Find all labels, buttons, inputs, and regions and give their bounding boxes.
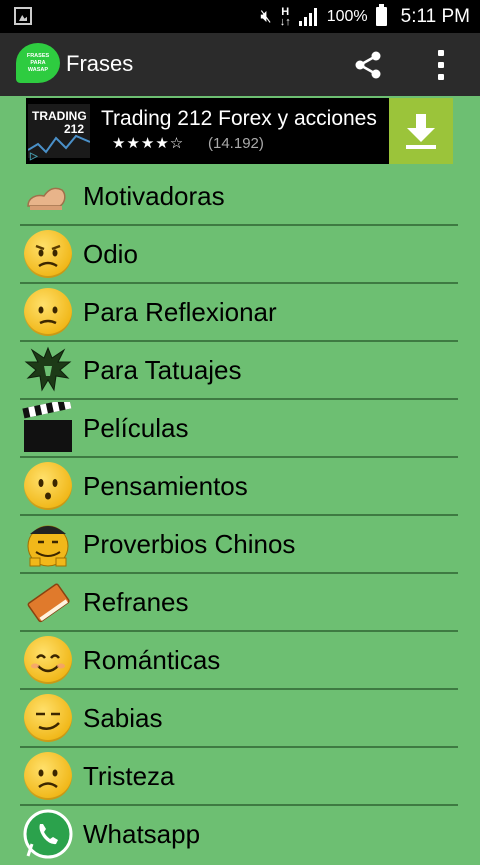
thinking-face-icon <box>22 460 74 512</box>
clapperboard-icon <box>22 398 74 454</box>
list-item-whatsapp[interactable]: Whatsapp <box>0 806 480 864</box>
adchoices-icon[interactable]: ▷ <box>30 151 38 162</box>
list-item-label: Para Reflexionar <box>83 297 277 327</box>
battery-icon <box>375 4 387 26</box>
list-item-label: Románticas <box>83 645 221 675</box>
action-bar: FRASES PARA WASAP Frases <box>0 33 480 96</box>
app-title: Frases <box>66 51 134 76</box>
list-item-pensamientos[interactable]: Pensamientos <box>0 458 480 516</box>
rating-stars: ★★★★☆ <box>112 135 185 152</box>
ad-banner[interactable]: TRADING 212 ▷ Trading 212 Forex y accion… <box>26 98 453 164</box>
book-icon <box>22 576 74 628</box>
trading212-logo: TRADING 212 <box>28 104 90 158</box>
list-item-label: Motivadoras <box>83 181 225 211</box>
download-button[interactable] <box>389 98 453 164</box>
network-type-icon: H ↓↑ <box>279 5 291 28</box>
list-item-proverbios-chinos[interactable]: Proverbios Chinos <box>0 516 480 574</box>
battery-percent: 100% <box>326 7 368 25</box>
logo-line1: TRADING <box>32 109 87 123</box>
logo-text-line: WASAP <box>27 66 49 73</box>
download-icon <box>406 114 436 149</box>
sad-face-icon <box>22 750 74 802</box>
share-icon[interactable] <box>354 51 382 79</box>
status-icons: 🔇︎ H ↓↑ 100% 5:11 PM <box>260 0 470 33</box>
chinese-man-icon <box>22 518 74 570</box>
list-item-peliculas[interactable]: Películas <box>0 398 480 458</box>
ad-title: Trading 212 Forex y acciones <box>101 107 377 130</box>
rating-count: (14.192) <box>208 135 264 152</box>
list-item-tristeza[interactable]: Tristeza <box>0 748 480 806</box>
list-item-label: Tristeza <box>83 761 175 791</box>
whatsapp-icon <box>22 808 74 860</box>
signal-icon <box>298 7 319 26</box>
smiling-face-icon <box>22 634 74 686</box>
clock: 5:11 PM <box>400 5 470 27</box>
list-item-refranes[interactable]: Refranes <box>0 574 480 632</box>
logo-text-line: FRASES <box>26 52 50 59</box>
smirking-face-icon <box>22 692 74 744</box>
list-item-sabias[interactable]: Sabias <box>0 690 480 748</box>
list-item-para-tatuajes[interactable]: Para Tatuajes <box>0 342 480 400</box>
pensive-face-icon <box>22 286 74 338</box>
mute-icon: 🔇︎ <box>260 6 272 26</box>
list-item-label: Películas <box>83 413 189 443</box>
logo-text-line: PARA <box>30 59 46 66</box>
gallery-notification-icon <box>14 7 32 25</box>
list-item-odio[interactable]: Odio <box>0 226 480 284</box>
list-item-label: Whatsapp <box>83 819 201 849</box>
list-item-label: Refranes <box>83 587 189 617</box>
list-item-label: Pensamientos <box>83 471 248 501</box>
tribal-dragon-icon <box>22 344 74 396</box>
list-item-label: Sabias <box>83 703 163 733</box>
list-item-para-reflexionar[interactable]: Para Reflexionar <box>0 284 480 342</box>
list-item-motivadoras[interactable]: Motivadoras <box>0 168 480 226</box>
app-logo[interactable]: FRASES PARA WASAP <box>16 43 60 83</box>
list-item-label: Para Tatuajes <box>83 355 242 385</box>
list-item-label: Odio <box>83 239 138 269</box>
flexed-arm-icon <box>22 170 74 222</box>
status-bar: 🔇︎ H ↓↑ 100% 5:11 PM <box>0 0 480 33</box>
category-list: Motivadoras Odio Para Reflexionar Para T… <box>0 168 480 864</box>
overflow-menu-icon[interactable] <box>437 50 445 80</box>
list-item-romanticas[interactable]: Románticas <box>0 632 480 690</box>
angry-face-icon <box>22 228 74 280</box>
list-item-label: Proverbios Chinos <box>83 529 296 559</box>
